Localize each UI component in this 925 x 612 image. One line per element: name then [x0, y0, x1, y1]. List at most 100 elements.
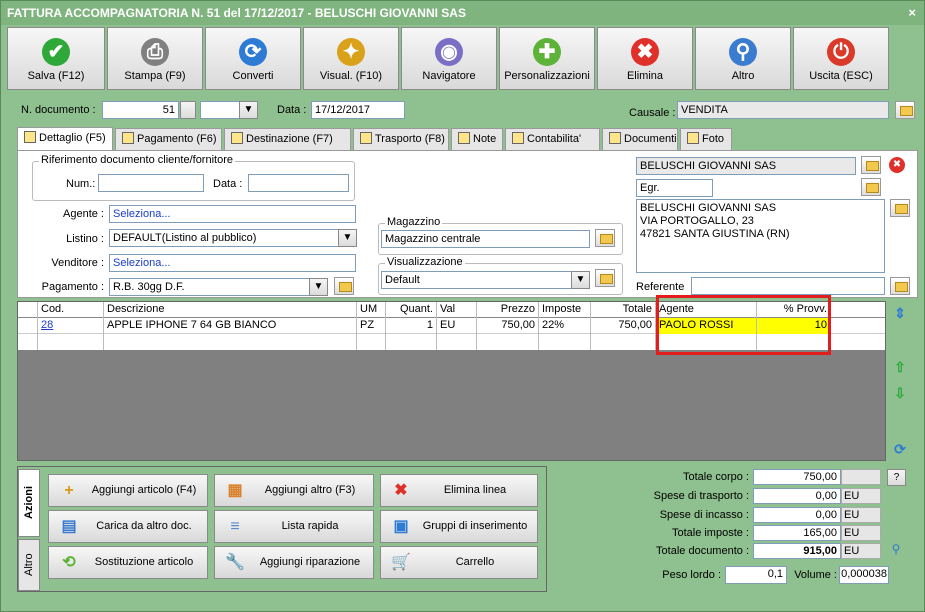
- listino-dropdown[interactable]: ▼: [338, 229, 357, 247]
- check-button[interactable]: ✔ Salva (F12): [7, 27, 105, 90]
- delete-line-icon: ✖: [394, 482, 408, 499]
- pagamento-folder-icon[interactable]: [334, 277, 354, 295]
- convert-button[interactable]: ⟳ Converti: [205, 27, 301, 90]
- vtab-azioni[interactable]: Azioni: [18, 469, 40, 537]
- referente-folder-icon[interactable]: [890, 277, 910, 295]
- empty-cell: [539, 334, 591, 350]
- tab-3[interactable]: Trasporto (F8): [353, 128, 449, 150]
- help-button[interactable]: ?: [887, 469, 906, 486]
- tab-5[interactable]: Contabilita': [505, 128, 600, 150]
- rif-documento-title: Riferimento documento cliente/fornitore: [39, 154, 235, 166]
- tab-7[interactable]: Foto: [680, 128, 732, 150]
- magazzino-folder-icon[interactable]: [595, 229, 615, 247]
- doc-number-spin[interactable]: [180, 101, 196, 119]
- spese-incasso-label: Spese di incasso :: [659, 509, 749, 521]
- action-button-label: Sostituzione articolo: [94, 556, 194, 568]
- cart-icon: 🛒: [391, 554, 411, 571]
- totale-imposte-field[interactable]: 165,00: [753, 525, 841, 541]
- rif-data-field[interactable]: [248, 174, 349, 192]
- causale-field[interactable]: VENDITA: [677, 101, 889, 119]
- date-field[interactable]: 17/12/2017: [311, 101, 405, 119]
- referente-field[interactable]: [691, 277, 885, 295]
- totale-documento-unit: EU: [841, 543, 881, 559]
- doc-number-field[interactable]: 51: [102, 101, 179, 119]
- visualizzazione-title: Visualizzazione: [385, 256, 465, 268]
- power-button[interactable]: ⏻ Uscita (ESC): [793, 27, 889, 90]
- table-cell: 750,00: [477, 318, 539, 334]
- column-header: Imposte: [539, 302, 591, 318]
- pagamento-dropdown[interactable]: ▼: [309, 278, 328, 296]
- doc-series-dropdown[interactable]: ▼: [239, 101, 258, 119]
- address-folder-icon[interactable]: [890, 199, 910, 217]
- agente-selector[interactable]: Seleziona...: [109, 205, 356, 223]
- spese-incasso-field[interactable]: 0,00: [753, 507, 841, 523]
- num-field[interactable]: [98, 174, 204, 192]
- rif-data-label: Data :: [213, 178, 243, 190]
- replace-article-button[interactable]: ⟲ Sostituzione articolo: [48, 546, 208, 579]
- search-button[interactable]: ⚲ Altro: [695, 27, 791, 90]
- titolo-field[interactable]: Egr.: [636, 179, 713, 197]
- volume-field[interactable]: 0,000038: [839, 566, 889, 584]
- quick-list-button[interactable]: ≡ Lista rapida: [214, 510, 374, 543]
- power-icon: ⏻: [827, 38, 855, 66]
- zoom-icon[interactable]: ⚲: [887, 542, 905, 558]
- clear-cliente-icon[interactable]: ✖: [889, 157, 905, 173]
- venditore-selector[interactable]: Seleziona...: [109, 254, 356, 272]
- toolbar-button-label: Stampa (F9): [124, 70, 186, 82]
- close-icon[interactable]: ×: [908, 1, 916, 25]
- refresh-icon[interactable]: ⟳: [890, 439, 910, 459]
- spese-incasso-unit: EU: [841, 507, 881, 523]
- move-up-icon[interactable]: ⇧: [890, 357, 910, 377]
- magazzino-field[interactable]: Magazzino centrale: [381, 230, 590, 248]
- address-box[interactable]: BELUSCHI GIOVANNI SAS VIA PORTOGALLO, 23…: [636, 199, 885, 273]
- table-cell: EU: [437, 318, 477, 334]
- move-down-icon[interactable]: ⇩: [890, 383, 910, 403]
- puzzle-button[interactable]: ✚ Personalizzazioni: [499, 27, 595, 90]
- delete-x-button[interactable]: ✖ Elimina: [597, 27, 693, 90]
- totale-imposte-unit: EU: [841, 525, 881, 541]
- load-doc-button[interactable]: ▤ Carica da altro doc.: [48, 510, 208, 543]
- tab-icon: [360, 132, 372, 144]
- delete-line-button[interactable]: ✖ Elimina linea: [380, 474, 538, 507]
- tab-2[interactable]: Destinazione (F7): [224, 128, 351, 150]
- magic-wand-button[interactable]: ✦ Visual. (F10): [303, 27, 399, 90]
- printer-button[interactable]: ⎙ Stampa (F9): [107, 27, 203, 90]
- vtab-altro[interactable]: Altro: [18, 539, 40, 591]
- add-article-button[interactable]: + Aggiungi articolo (F4): [48, 474, 208, 507]
- table-cell[interactable]: 28: [38, 318, 104, 334]
- add-article-icon: +: [64, 482, 74, 499]
- visualizzazione-folder-icon[interactable]: [595, 269, 615, 287]
- visualizzazione-dropdown[interactable]: ▼: [571, 271, 590, 289]
- cart-button[interactable]: 🛒 Carrello: [380, 546, 538, 579]
- peso-lordo-field[interactable]: 0,1: [725, 566, 787, 584]
- action-button-label: Carrello: [455, 556, 495, 568]
- compass-icon: ◉: [435, 38, 463, 66]
- tab-0[interactable]: Dettaglio (F5): [17, 127, 113, 151]
- move-top-icon[interactable]: ⇕: [890, 303, 910, 323]
- compass-button[interactable]: ◉ Navigatore: [401, 27, 497, 90]
- visualizzazione-select[interactable]: Default: [381, 271, 590, 289]
- chevron-down-icon: ▼: [575, 274, 586, 285]
- totale-documento-field[interactable]: 915,00: [753, 543, 841, 559]
- causale-folder-icon[interactable]: [895, 101, 915, 119]
- table-cell: APPLE IPHONE 7 64 GB BIANCO: [104, 318, 357, 334]
- empty-cell: [591, 334, 656, 350]
- cliente-name-field[interactable]: BELUSCHI GIOVANNI SAS: [636, 157, 856, 175]
- insert-group-button[interactable]: ▣ Gruppi di inserimento: [380, 510, 538, 543]
- spese-trasporto-field[interactable]: 0,00: [753, 488, 841, 504]
- tab-6[interactable]: Documenti: [602, 128, 678, 150]
- printer-icon: ⎙: [141, 38, 169, 66]
- add-other-button[interactable]: ▦ Aggiungi altro (F3): [214, 474, 374, 507]
- tab-1[interactable]: Pagamento (F6): [115, 128, 222, 150]
- cliente-folder-icon[interactable]: [861, 156, 881, 174]
- listino-select[interactable]: DEFAULT(Listino al pubblico): [109, 229, 356, 247]
- toolbar-button-label: Personalizzazioni: [504, 70, 590, 82]
- totale-corpo-field[interactable]: 750,00: [753, 469, 841, 485]
- cliente-contact-icon[interactable]: [861, 178, 881, 196]
- table-cell: 22%: [539, 318, 591, 334]
- grid-corner: [18, 302, 38, 318]
- load-doc-icon: ▤: [61, 518, 77, 535]
- tab-4[interactable]: Note: [451, 128, 503, 150]
- pagamento-select[interactable]: R.B. 30gg D.F.: [109, 278, 328, 296]
- wrench-button[interactable]: 🔧 Aggiungi riparazione: [214, 546, 374, 579]
